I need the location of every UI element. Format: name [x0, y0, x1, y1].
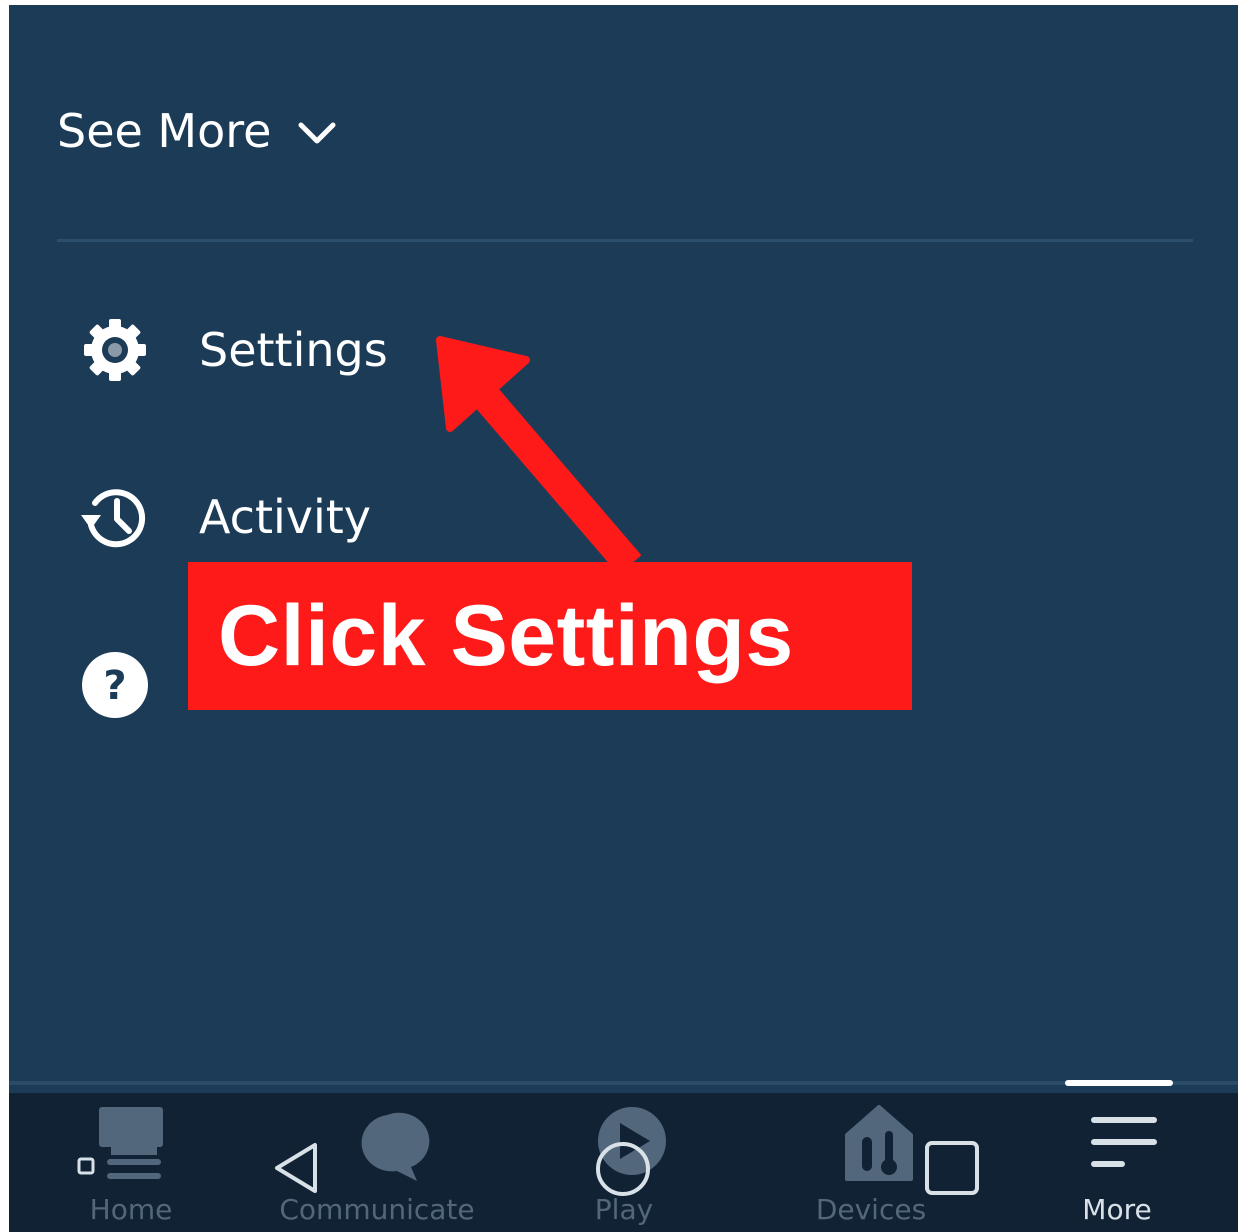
menu-item-activity[interactable]: Activity: [79, 472, 879, 562]
gear-icon: [79, 314, 151, 386]
menu-item-label: Activity: [199, 490, 372, 544]
see-more-label: See More: [57, 104, 272, 158]
history-icon: [79, 481, 151, 553]
annotation-callout: Click Settings: [188, 562, 912, 710]
help-icon: ?: [79, 649, 151, 721]
menu-item-label: Settings: [199, 323, 388, 377]
active-tab-indicator: [1065, 1080, 1173, 1086]
home-circle-icon: [596, 1142, 650, 1196]
overview-square-icon: [925, 1141, 979, 1195]
menu-item-settings[interactable]: Settings: [79, 305, 879, 395]
recents-icon: [77, 1157, 95, 1175]
back-icon: [275, 1143, 317, 1193]
callout-text: Click Settings: [218, 587, 794, 684]
svg-text:?: ?: [103, 663, 126, 709]
chevron-down-icon: [297, 104, 337, 158]
see-more-toggle[interactable]: See More: [57, 101, 337, 161]
menu-divider: [57, 239, 1193, 242]
system-navigation-overlay: [77, 1141, 979, 1196]
tabbar-divider: [9, 1081, 1238, 1085]
